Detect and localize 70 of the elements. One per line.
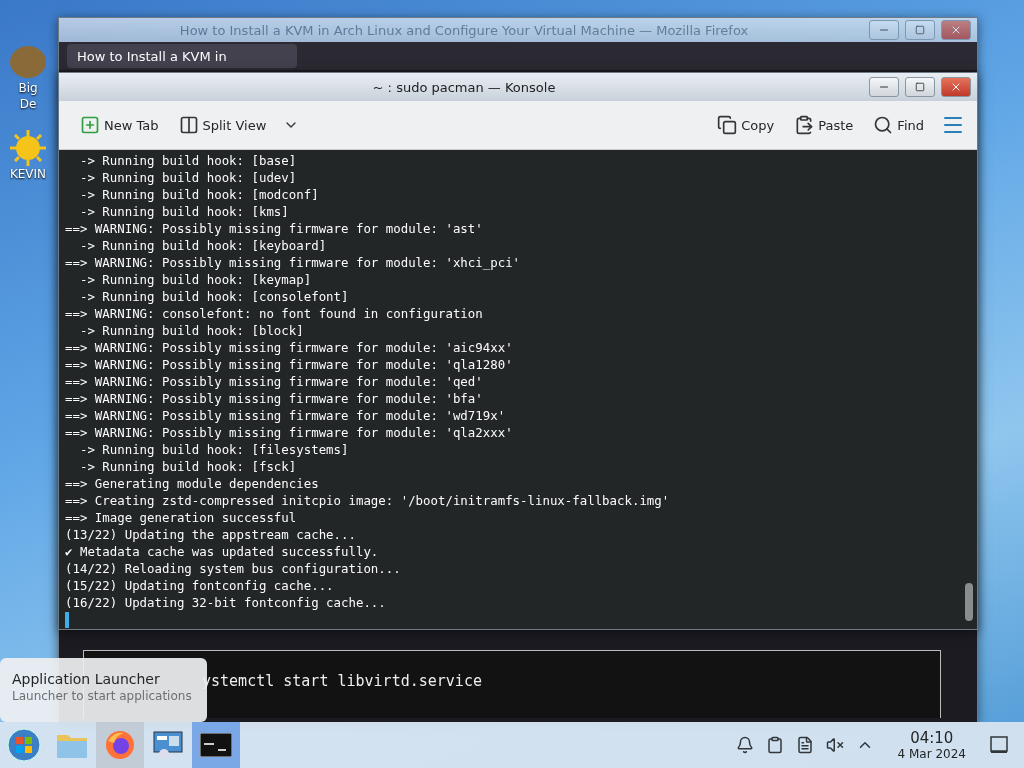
browser-tab[interactable]: How to Install a KVM in (67, 44, 297, 68)
terminal-icon (200, 733, 232, 757)
terminal-line: (14/22) Reloading system bus configuration... (65, 560, 402, 577)
terminal-line: ==> WARNING: Possibly missing firmware for module: 'bfa' (65, 390, 484, 407)
terminal-line: ==> WARNING: Possibly missing firmware for module: 'ast' (65, 220, 484, 237)
minimize-button[interactable] (869, 77, 899, 97)
desktop-icon-label[interactable]: Big (18, 80, 38, 96)
tooltip-text: Launcher to start applications (12, 689, 193, 703)
terminal-line: ==> Generating module dependencies (65, 475, 320, 492)
notes-icon[interactable] (795, 736, 814, 754)
terminal-line: ==> WARNING: Possibly missing firmware for module: 'qla1280' (65, 356, 514, 373)
terminal-line: ==> Image generation successful (65, 509, 298, 526)
terminal-line: -> Running build hook: [consolefont] (78, 288, 350, 305)
paste-icon (794, 115, 815, 135)
scrollbar-thumb[interactable] (965, 583, 973, 621)
monitor-settings-icon (152, 730, 184, 760)
clock-time[interactable]: 04:10 (910, 729, 954, 747)
terminal-line: ==> WARNING: Possibly missing firmware for module: 'xhci_pci' (65, 254, 522, 271)
close-icon (950, 81, 962, 93)
window-title: How to Install a KVM in Arch Linux and Configure Your Virtual Machine — Mozilla Firefox (178, 22, 750, 38)
terminal-line: ==> WARNING: Possibly missing firmware for module: 'aic94xx' (65, 339, 514, 356)
toolbar-button[interactable]: New Tab (77, 113, 162, 137)
muted-speaker-icon[interactable] (825, 736, 844, 754)
terminal-line: (13/22) Updating the appstream cache... (65, 526, 357, 543)
toolbar-button[interactable]: Paste (791, 113, 857, 137)
taskbar-item[interactable] (96, 722, 144, 768)
terminal-line: ==> Creating zstd-compressed initcpio image: '/boot/initramfs-linux-fallback.img' (65, 492, 671, 509)
terminal-line: ==> WARNING: consolefont: no font found in configuration (65, 305, 484, 322)
show-desktop-icon[interactable] (990, 736, 1008, 754)
toolbar-button[interactable]: Copy (714, 113, 778, 137)
clock-date[interactable]: 4 Mar 2024 (897, 747, 966, 761)
terminal-line: -> Running build hook: [modconf] (78, 186, 320, 203)
terminal-line: (16/22) Updating 32-bit fontconfig cache... (65, 594, 387, 611)
terminal-line: -> Running build hook: [kms] (78, 203, 290, 220)
start-orb-icon (7, 728, 41, 762)
desktop-icon-label[interactable]: KEVIN (9, 166, 47, 182)
close-button[interactable] (941, 77, 971, 97)
terminal-line: -> Running build hook: [keyboard] (78, 237, 328, 254)
close-icon (950, 24, 962, 36)
tooltip-title: Application Launcher (12, 671, 161, 687)
taskbar-item[interactable] (192, 722, 240, 768)
terminal-line: -> Running build hook: [udev] (78, 169, 298, 186)
terminal-line: -> Running build hook: [fsck] (78, 458, 298, 475)
copy-icon (717, 115, 738, 135)
terminal-line: -> Running build hook: [base] (78, 152, 298, 169)
maximize-icon (915, 82, 925, 92)
maximize-button[interactable] (905, 20, 935, 40)
terminal-line: ==> WARNING: Possibly missing firmware for module: 'qla2xxx' (65, 424, 514, 441)
window-title: ~ : sudo pacman — Konsole (371, 79, 557, 95)
terminal-line: -> Running build hook: [block] (78, 322, 305, 339)
search-icon (873, 115, 894, 135)
desktop-icon-label[interactable]: De (19, 96, 37, 112)
close-button[interactable] (941, 20, 971, 40)
clipboard-icon[interactable] (765, 736, 784, 754)
maximize-icon (915, 25, 925, 35)
terminal-line: ✔ Metadata cache was updated successfully. (65, 543, 380, 560)
maximize-button[interactable] (905, 77, 935, 97)
firefox-icon (104, 729, 136, 761)
toolbar-button[interactable]: Split View (175, 113, 270, 137)
split-view-icon (178, 115, 199, 135)
toolbar-button[interactable]: Find (870, 113, 927, 137)
terminal-line: ==> WARNING: Possibly missing firmware for module: 'wd719x' (65, 407, 507, 424)
terminal-line: -> Running build hook: [keymap] (78, 271, 313, 288)
bell-icon[interactable] (735, 736, 754, 754)
terminal-line: (15/22) Updating fontconfig cache... (65, 577, 335, 594)
terminal-line: -> Running build hook: [filesystems] (78, 441, 350, 458)
terminal-line: ==> WARNING: Possibly missing firmware for module: 'qed' (65, 373, 484, 390)
text-cursor (65, 612, 69, 628)
sun-icon (10, 130, 46, 166)
new-tab-icon (80, 115, 100, 135)
